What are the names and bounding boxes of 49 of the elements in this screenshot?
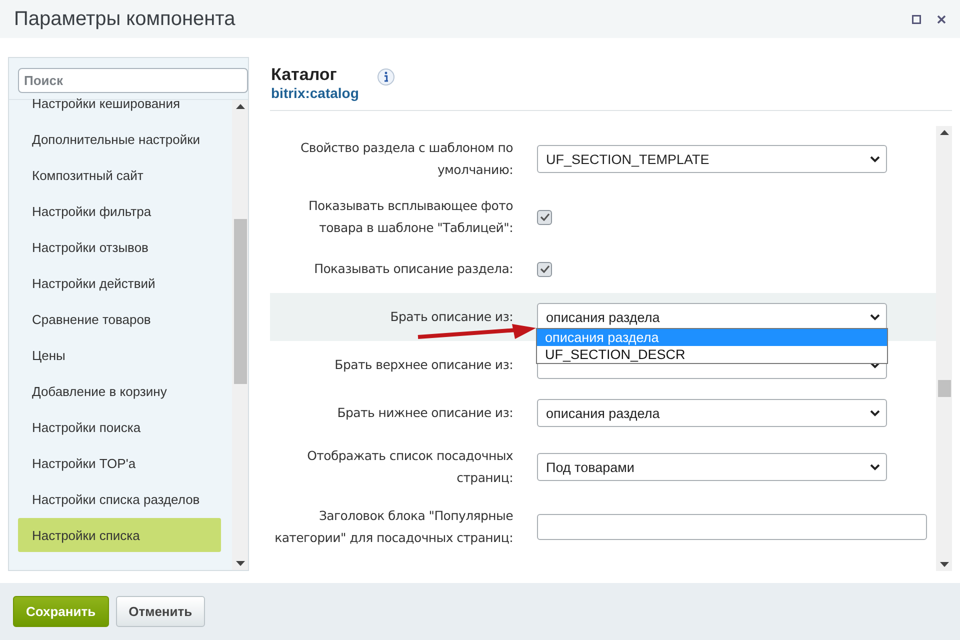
chevron-icon: [870, 314, 880, 320]
sidebar-item[interactable]: Сравнение товаров: [18, 302, 221, 336]
sidebar-item[interactable]: Настройки отзывов: [18, 230, 221, 264]
scrollbar-thumb[interactable]: [938, 380, 950, 397]
field-label: Показывать описание раздела:: [313, 260, 513, 278]
field-label: Брать нижнее описание из:: [336, 404, 513, 422]
select-field[interactable]: описания раздела: [537, 399, 887, 427]
sidebar-item[interactable]: Композитный сайт: [18, 158, 221, 192]
field-label: Свойство раздела с шаблоном по умолчанию:: [299, 139, 513, 179]
maximize-icon[interactable]: [912, 14, 921, 24]
close-icon[interactable]: [937, 14, 946, 24]
cancel-button[interactable]: Отменить: [116, 596, 206, 627]
input-field[interactable]: [537, 514, 927, 540]
sidebar-item[interactable]: Настройки списка: [18, 518, 221, 552]
window-title: Параметры компонента: [14, 8, 236, 30]
scroll-up-icon[interactable]: [940, 130, 948, 135]
sidebar-item[interactable]: Настройки TOP'а: [18, 446, 221, 480]
scrollbar[interactable]: [232, 100, 248, 570]
sidebar-item[interactable]: Дополнительные настройки: [18, 122, 221, 156]
chevron-icon: [870, 410, 880, 416]
field-label: Показывать всплывающее фото товара в шаблоне "Таблицей":: [307, 197, 513, 237]
field-label: Брать описание из:: [389, 308, 513, 326]
field-label: Заголовок блока "Популярные категории" для посадочных страниц:: [274, 507, 513, 547]
checkbox[interactable]: [537, 262, 552, 276]
checkmark-icon: [540, 265, 550, 273]
chevron-icon: [870, 156, 880, 162]
scrollbar-thumb[interactable]: [234, 219, 246, 384]
component-title: Каталог: [271, 65, 338, 85]
component-code: bitrix:catalog: [271, 85, 359, 101]
chevron-icon: [870, 464, 880, 470]
search-field[interactable]: Поиск: [18, 68, 248, 93]
sidebar-item[interactable]: Настройки фильтра: [18, 194, 221, 228]
select-field[interactable]: Под товарами: [537, 453, 887, 481]
info-icon[interactable]: [376, 68, 395, 86]
scroll-down-icon[interactable]: [236, 561, 244, 566]
checkbox[interactable]: [537, 210, 552, 224]
field-label: Брать верхнее описание из:: [334, 356, 513, 374]
sidebar-item[interactable]: Добавление в корзину: [18, 374, 221, 408]
sidebar-item[interactable]: Настройки списка разделов: [18, 482, 221, 516]
checkmark-icon: [540, 213, 550, 221]
sidebar-item[interactable]: Цены: [18, 338, 221, 372]
scroll-down-icon[interactable]: [940, 562, 948, 567]
sidebar-item[interactable]: Настройки поиска: [18, 410, 221, 444]
sidebar-item[interactable]: Настройки действий: [18, 266, 221, 300]
field-label: Отображать список посадочных страниц:: [306, 447, 513, 487]
scroll-up-icon[interactable]: [236, 104, 244, 109]
scrollbar[interactable]: [936, 126, 952, 571]
chevron-icon: [870, 362, 880, 368]
select-field[interactable]: UF_SECTION_TEMPLATE: [537, 145, 887, 173]
